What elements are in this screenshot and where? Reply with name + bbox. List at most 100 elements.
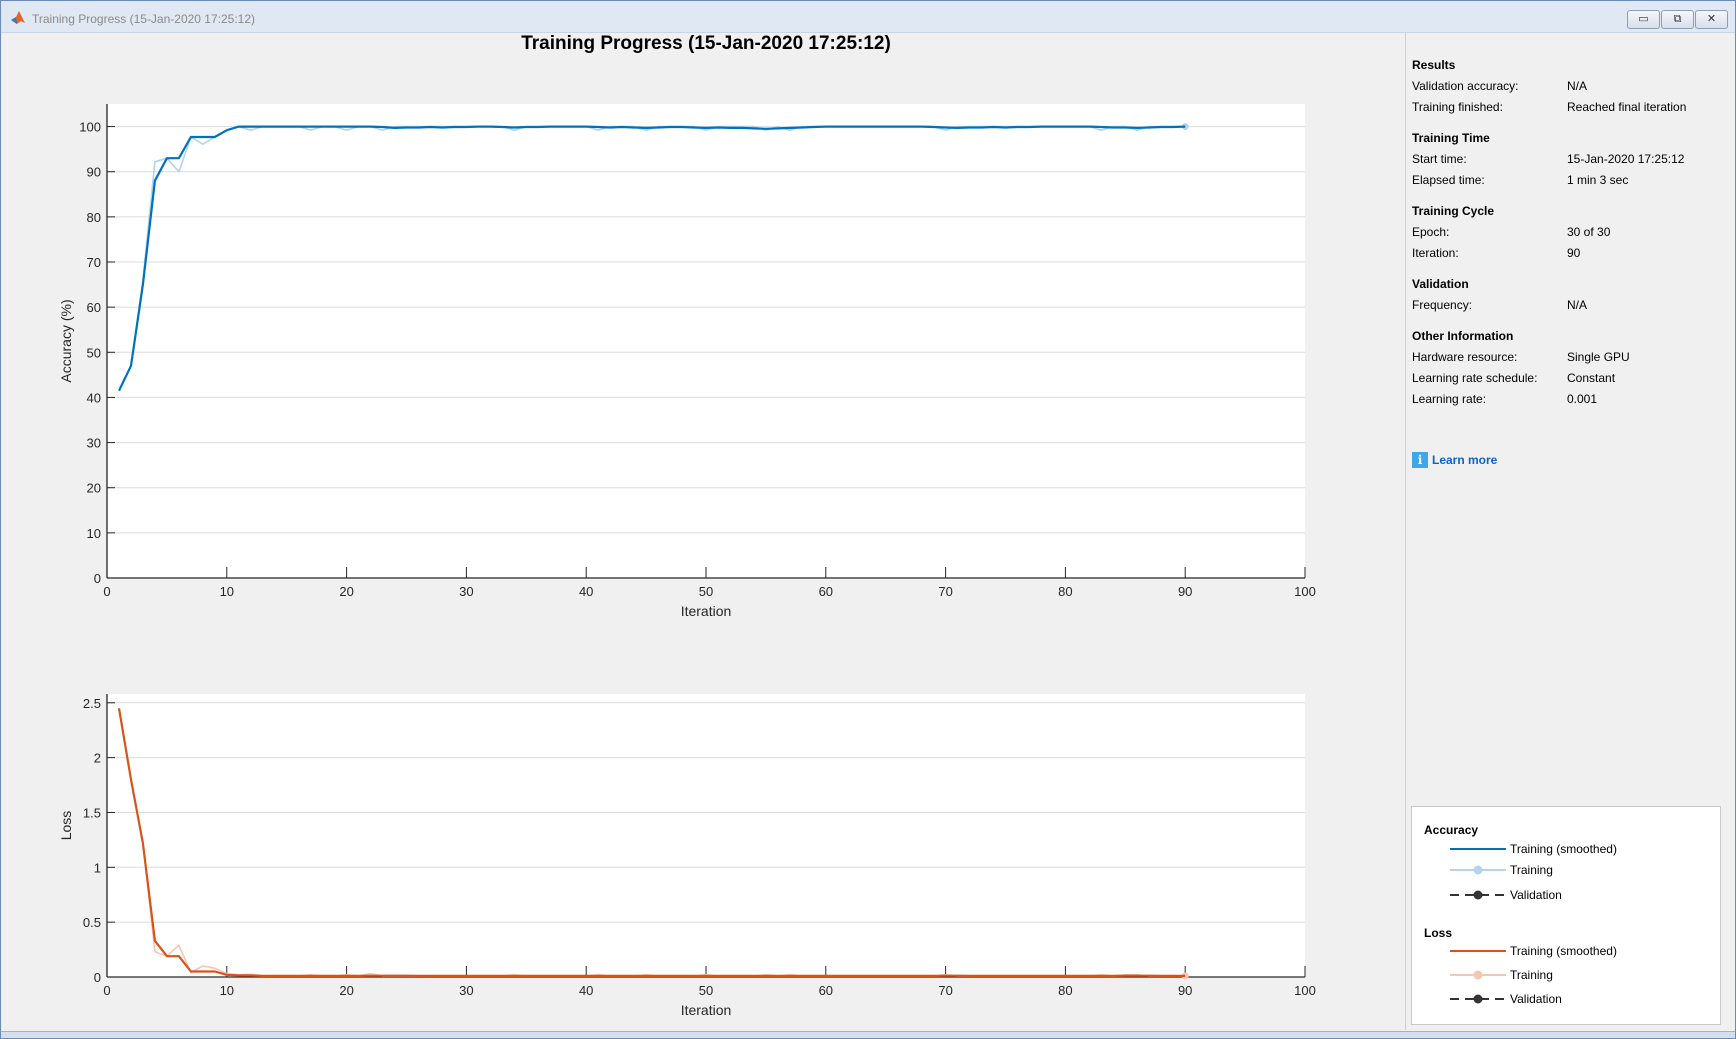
info-label: Training finished:: [1412, 100, 1503, 114]
x-tick-label: 80: [1058, 584, 1072, 599]
learn-more-label: Learn more: [1432, 453, 1498, 467]
info-label: Learning rate:: [1412, 392, 1487, 406]
legend-loss-title: Loss: [1424, 926, 1453, 940]
info-panel: Results Validation accuracy: N/A Training f…: [1405, 32, 1729, 1030]
info-label: Epoch:: [1412, 225, 1450, 239]
x-tick-label: 30: [459, 983, 473, 998]
info-value: 30 of 30: [1567, 225, 1611, 239]
info-value: 90: [1567, 246, 1581, 260]
info-section-title: Results: [1412, 58, 1456, 72]
info-label: Frequency:: [1412, 298, 1473, 312]
info-value: Single GPU: [1567, 350, 1630, 364]
x-tick-label: 60: [819, 584, 833, 599]
dashed-line-dot-icon: [1450, 994, 1506, 1004]
info-label: Iteration:: [1412, 246, 1459, 260]
info-label: Hardware resource:: [1412, 350, 1518, 364]
x-tick-label: 20: [339, 983, 353, 998]
legend-acc-smoothed: Training (smoothed): [1450, 841, 1617, 857]
info-value: N/A: [1567, 79, 1588, 93]
line-dot-icon: [1450, 970, 1506, 980]
restore-button[interactable]: ⧉: [1661, 10, 1694, 29]
y-tick-label: 10: [87, 526, 101, 541]
x-tick-label: 90: [1178, 584, 1192, 599]
info-section-title: Training Time: [1412, 131, 1490, 145]
legend-loss-validation: Validation: [1450, 991, 1562, 1007]
legend-label: Training (smoothed): [1510, 944, 1617, 958]
x-tick-label: 100: [1294, 983, 1316, 998]
x-tick-label: 40: [579, 584, 593, 599]
x-tick-label: 80: [1058, 983, 1072, 998]
info-value: 1 min 3 sec: [1567, 173, 1629, 187]
legend-label: Training (smoothed): [1510, 842, 1617, 856]
info-value: 15-Jan-2020 17:25:12: [1567, 152, 1685, 166]
accuracy-plot-background: [107, 104, 1305, 578]
x-tick-label: 0: [103, 584, 110, 599]
x-axis-label: Iteration: [681, 1002, 732, 1018]
learn-more-link[interactable]: i Learn more: [1412, 452, 1497, 468]
y-axis-label: Loss: [58, 811, 74, 841]
legend-acc-training: Training: [1450, 862, 1553, 878]
training-progress-window: Training Progress (15-Jan-2020 17:25:12)…: [0, 0, 1736, 1039]
y-tick-label: 0: [94, 571, 101, 586]
legend-loss-smoothed: Training (smoothed): [1450, 943, 1617, 959]
x-tick-label: 20: [339, 584, 353, 599]
accuracy-plot: 0 10 20 30 40 50 60 70 80 90 100 0 10 20 30 40 50 60 70 80 9…: [58, 104, 1316, 619]
y-tick-label: 90: [87, 165, 101, 180]
y-tick-label: 0.5: [83, 915, 101, 930]
info-label: Start time:: [1412, 152, 1467, 166]
x-tick-label: 100: [1294, 584, 1316, 599]
line-dot-icon: [1450, 865, 1506, 875]
info-section-title: Other Information: [1412, 329, 1514, 343]
x-tick-label: 0: [103, 983, 110, 998]
y-axis-label: Accuracy (%): [58, 299, 74, 382]
y-tick-label: 50: [87, 345, 101, 360]
y-tick-label: 70: [87, 255, 101, 270]
x-tick-label: 30: [459, 584, 473, 599]
info-label: Validation accuracy:: [1412, 79, 1519, 93]
y-tick-label: 2.5: [83, 696, 101, 711]
info-section-title: Validation: [1412, 277, 1469, 291]
y-tick-label: 30: [87, 436, 101, 451]
info-value: Constant: [1567, 371, 1616, 385]
info-icon: i: [1412, 452, 1428, 468]
window-bottom-border: [1, 1031, 1735, 1038]
minimize-button[interactable]: ▭: [1627, 10, 1660, 29]
info-value: Reached final iteration: [1567, 100, 1687, 114]
y-tick-label: 60: [87, 300, 101, 315]
x-tick-label: 90: [1178, 983, 1192, 998]
info-value: N/A: [1567, 298, 1588, 312]
info-label: Elapsed time:: [1412, 173, 1485, 187]
info-value: 0.001: [1567, 392, 1598, 406]
x-tick-label: 50: [699, 983, 713, 998]
x-tick-label: 70: [938, 983, 952, 998]
legend-label: Validation: [1510, 888, 1562, 902]
y-tick-label: 2: [94, 751, 101, 766]
y-tick-label: 20: [87, 481, 101, 496]
y-tick-label: 100: [79, 120, 101, 135]
charts-area: 01020304050607080901000 10 20 30 40 50 60 70 80 9…: [58, 104, 1316, 1018]
x-tick-label: 60: [819, 983, 833, 998]
legend-accuracy-title: Accuracy: [1424, 823, 1479, 837]
legend-loss-training: Training: [1450, 967, 1553, 983]
legend-label: Training: [1510, 968, 1553, 982]
y-tick-label: 40: [87, 390, 101, 405]
loss-plot: 0 0.5 1 1.5 2 2.5 0 10 20 30 40 50 60 70 80 90 100 Iterat…: [58, 694, 1316, 1018]
x-tick-label: 10: [220, 584, 234, 599]
info-label: Learning rate schedule:: [1412, 371, 1538, 385]
x-tick-label: 50: [699, 584, 713, 599]
y-tick-label: 1.5: [83, 805, 101, 820]
x-tick-label: 40: [579, 983, 593, 998]
x-axis-label: Iteration: [681, 603, 732, 619]
close-button[interactable]: ✕: [1695, 10, 1728, 29]
legend-label: Validation: [1510, 992, 1562, 1006]
solid-line-icon: [1450, 848, 1506, 850]
x-tick-label: 70: [938, 584, 952, 599]
loss-plot-background: [107, 694, 1305, 977]
dashed-line-dot-icon: [1450, 890, 1506, 900]
x-tick-label: 10: [220, 983, 234, 998]
solid-line-icon: [1450, 950, 1506, 952]
y-tick-label: 0: [94, 970, 101, 985]
legend-box: Accuracy Training (smoothed) Training Va…: [1411, 806, 1721, 1025]
y-tick-label: 80: [87, 210, 101, 225]
legend-label: Training: [1510, 863, 1553, 877]
